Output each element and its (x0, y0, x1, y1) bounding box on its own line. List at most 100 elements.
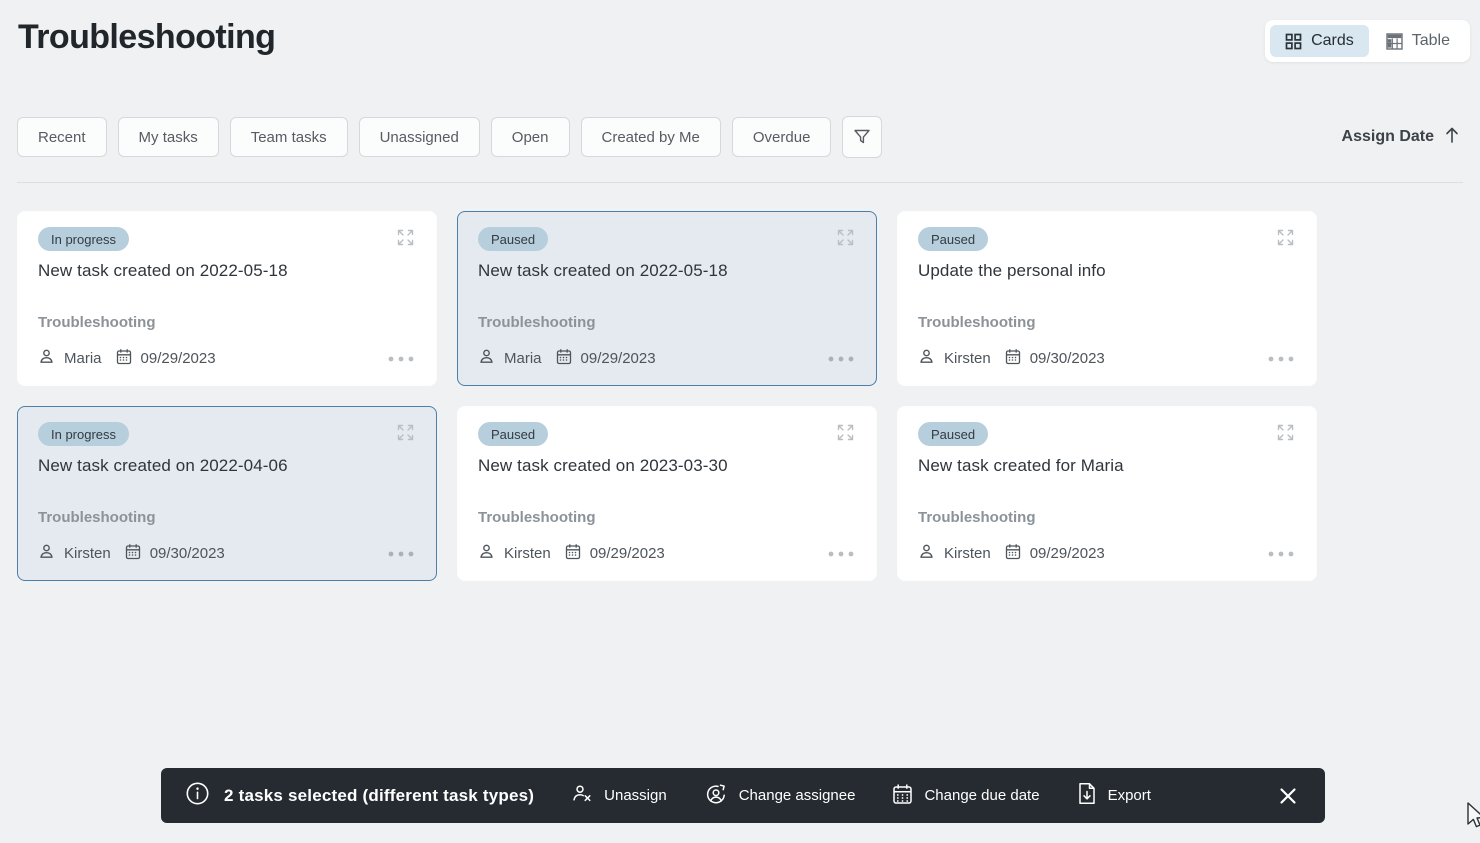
task-due-date: 09/30/2023 (1030, 350, 1105, 367)
expand-card-button[interactable] (395, 422, 416, 443)
task-title: New task created on 2022-05-18 (38, 261, 416, 281)
action-label: Change due date (924, 787, 1039, 804)
task-card-grid: In progress New task created on 2022-05-… (17, 211, 1317, 581)
person-icon (478, 348, 495, 369)
close-selection-button[interactable] (1275, 783, 1301, 809)
sort-label: Assign Date (1342, 128, 1434, 146)
task-card[interactable]: Paused Update the personal info Troubles… (897, 211, 1317, 386)
table-icon (1386, 33, 1403, 50)
export-icon (1077, 782, 1097, 809)
status-badge: Paused (478, 422, 548, 446)
action-change-due-date[interactable]: Change due date (892, 783, 1039, 809)
action-label: Change assignee (739, 787, 856, 804)
info-icon (185, 781, 210, 811)
task-title: Update the personal info (918, 261, 1296, 281)
calendar-icon (125, 543, 141, 564)
filter-chip-overdue[interactable]: Overdue (732, 117, 832, 157)
selection-message: 2 tasks selected (different task types) (224, 786, 534, 806)
ellipsis-icon (388, 350, 414, 365)
ellipsis-icon (1268, 545, 1294, 560)
card-menu-button[interactable] (1266, 354, 1296, 364)
status-badge: In progress (38, 422, 129, 446)
card-menu-button[interactable] (1266, 549, 1296, 559)
ellipsis-icon (828, 350, 854, 365)
filter-chip-my-tasks[interactable]: My tasks (118, 117, 219, 157)
task-due-date: 09/29/2023 (581, 350, 656, 367)
selection-toolbar: 2 tasks selected (different task types) … (161, 768, 1325, 823)
ellipsis-icon (828, 545, 854, 560)
task-category: Troubleshooting (38, 509, 416, 526)
view-toggle: Cards Table (1265, 20, 1470, 62)
person-icon (478, 543, 495, 564)
card-menu-button[interactable] (826, 354, 856, 364)
toggle-table-label: Table (1412, 32, 1450, 50)
task-card[interactable]: Paused New task created on 2022-05-18 Tr… (457, 211, 877, 386)
task-card[interactable]: Paused New task created on 2023-03-30 Tr… (457, 406, 877, 581)
filter-chip-team-tasks[interactable]: Team tasks (230, 117, 348, 157)
task-category: Troubleshooting (478, 509, 856, 526)
filter-chip-unassigned[interactable]: Unassigned (359, 117, 480, 157)
action-export[interactable]: Export (1077, 782, 1151, 809)
card-menu-button[interactable] (826, 549, 856, 559)
task-title: New task created on 2023-03-30 (478, 456, 856, 476)
expand-card-button[interactable] (395, 227, 416, 248)
expand-card-button[interactable] (1275, 422, 1296, 443)
cards-grid-icon (1285, 33, 1302, 50)
task-assignee: Kirsten (504, 545, 551, 562)
task-due-date: 09/30/2023 (150, 545, 225, 562)
action-change-assignee[interactable]: Change assignee (704, 782, 856, 810)
unassign-icon (571, 783, 593, 809)
calendar-icon (892, 783, 913, 809)
toggle-table-view[interactable]: Table (1371, 25, 1465, 57)
task-category: Troubleshooting (918, 314, 1296, 331)
person-icon (38, 348, 55, 369)
toggle-cards-view[interactable]: Cards (1270, 25, 1369, 57)
expand-icon (397, 234, 414, 249)
calendar-icon (556, 348, 572, 369)
status-badge: Paused (918, 227, 988, 251)
task-category: Troubleshooting (38, 314, 416, 331)
expand-card-button[interactable] (1275, 227, 1296, 248)
mouse-cursor (1466, 802, 1480, 837)
task-card[interactable]: In progress New task created on 2022-04-… (17, 406, 437, 581)
task-title: New task created on 2022-04-06 (38, 456, 416, 476)
task-assignee: Kirsten (944, 545, 991, 562)
toggle-cards-label: Cards (1311, 32, 1354, 50)
ellipsis-icon (388, 545, 414, 560)
expand-card-button[interactable] (835, 227, 856, 248)
status-badge: In progress (38, 227, 129, 251)
task-title: New task created on 2022-05-18 (478, 261, 856, 281)
expand-icon (1277, 234, 1294, 249)
action-label: Unassign (604, 787, 667, 804)
ellipsis-icon (1268, 350, 1294, 365)
person-icon (918, 348, 935, 369)
expand-card-button[interactable] (835, 422, 856, 443)
card-menu-button[interactable] (386, 549, 416, 559)
task-category: Troubleshooting (918, 509, 1296, 526)
calendar-icon (565, 543, 581, 564)
task-title: New task created for Maria (918, 456, 1296, 476)
task-card[interactable]: In progress New task created on 2022-05-… (17, 211, 437, 386)
action-unassign[interactable]: Unassign (571, 783, 667, 809)
filter-row: Recent My tasks Team tasks Unassigned Op… (17, 116, 1460, 158)
filter-chip-recent[interactable]: Recent (17, 117, 107, 157)
task-assignee: Maria (64, 350, 102, 367)
task-card[interactable]: Paused New task created for Maria Troubl… (897, 406, 1317, 581)
task-due-date: 09/29/2023 (1030, 545, 1105, 562)
task-assignee: Kirsten (944, 350, 991, 367)
task-assignee: Kirsten (64, 545, 111, 562)
status-badge: Paused (478, 227, 548, 251)
filter-button[interactable] (842, 116, 882, 158)
expand-icon (837, 234, 854, 249)
filter-chip-open[interactable]: Open (491, 117, 570, 157)
calendar-icon (116, 348, 132, 369)
status-badge: Paused (918, 422, 988, 446)
task-assignee: Maria (504, 350, 542, 367)
filter-chip-created-by-me[interactable]: Created by Me (581, 117, 721, 157)
arrow-up-icon (1444, 126, 1460, 149)
card-menu-button[interactable] (386, 354, 416, 364)
funnel-icon (852, 126, 872, 149)
change-assignee-icon (704, 782, 728, 810)
calendar-icon (1005, 543, 1021, 564)
sort-control[interactable]: Assign Date (1342, 126, 1460, 149)
